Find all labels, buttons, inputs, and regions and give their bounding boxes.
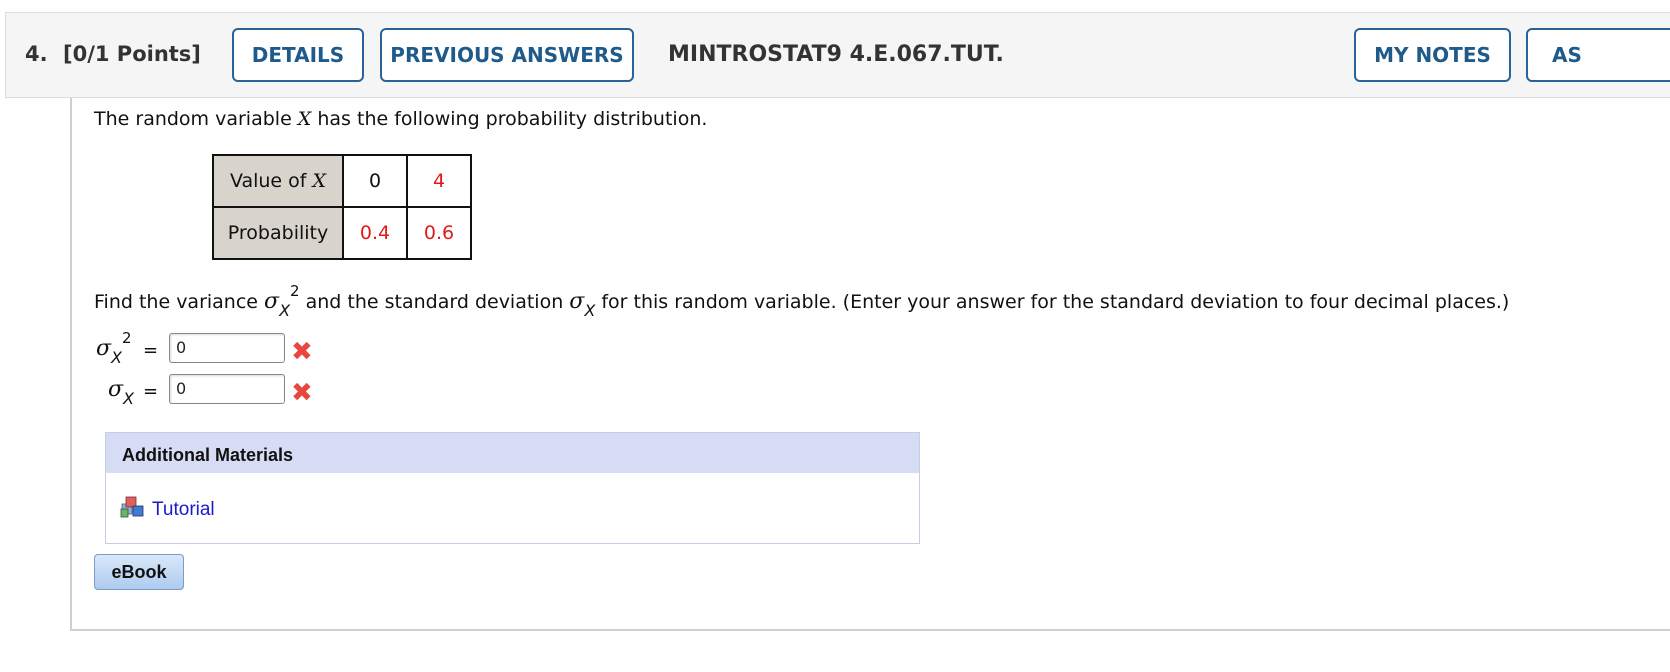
problem-statement: The random variable X has the following … xyxy=(94,108,707,130)
my-notes-button[interactable]: MY NOTES xyxy=(1354,28,1511,82)
question-code: MINTROSTAT9 4.E.067.TUT. xyxy=(668,42,1004,67)
variance-label: σX2 xyxy=(96,329,132,367)
variance-input[interactable]: 0 xyxy=(169,333,285,363)
table-cell-value-1: 0 xyxy=(342,154,408,208)
std-dev-input[interactable]: 0 xyxy=(169,374,285,404)
tutorial-link[interactable]: Tutorial xyxy=(152,499,215,521)
std-dev-incorrect-icon: ✖ xyxy=(291,378,313,408)
details-button[interactable]: DETAILS xyxy=(232,28,364,82)
tutorial-blocks-icon xyxy=(120,495,146,519)
std-dev-label: σX xyxy=(108,377,134,408)
statement-variable: X xyxy=(297,108,312,130)
table-header-probability: Probability xyxy=(212,206,344,260)
table-cell-value-2: 4 xyxy=(406,154,472,208)
variance-incorrect-icon: ✖ xyxy=(291,337,313,367)
ask-teacher-button[interactable]: AS xyxy=(1526,28,1670,82)
std-dev-equals: = xyxy=(143,381,159,402)
question-text: Find the variance σX2 and the standard d… xyxy=(94,282,1510,320)
probability-table: Value of X 0 4 Probability 0.4 0.6 xyxy=(212,154,472,260)
variance-equals: = xyxy=(143,340,159,361)
table-header-value: Value of X xyxy=(212,154,344,208)
question-points: [0/1 Points] xyxy=(63,42,201,66)
statement-text: The random variable xyxy=(94,108,298,130)
question-number: 4. xyxy=(25,42,48,66)
table-cell-prob-1: 0.4 xyxy=(342,206,408,260)
additional-materials-heading: Additional Materials xyxy=(106,433,919,473)
table-cell-prob-2: 0.6 xyxy=(406,206,472,260)
ebook-button[interactable]: eBook xyxy=(94,554,184,590)
statement-text-end: has the following probability distributi… xyxy=(311,108,708,130)
additional-materials-panel: Additional Materials Tutorial xyxy=(105,432,920,544)
previous-answers-button[interactable]: PREVIOUS ANSWERS xyxy=(380,28,634,82)
